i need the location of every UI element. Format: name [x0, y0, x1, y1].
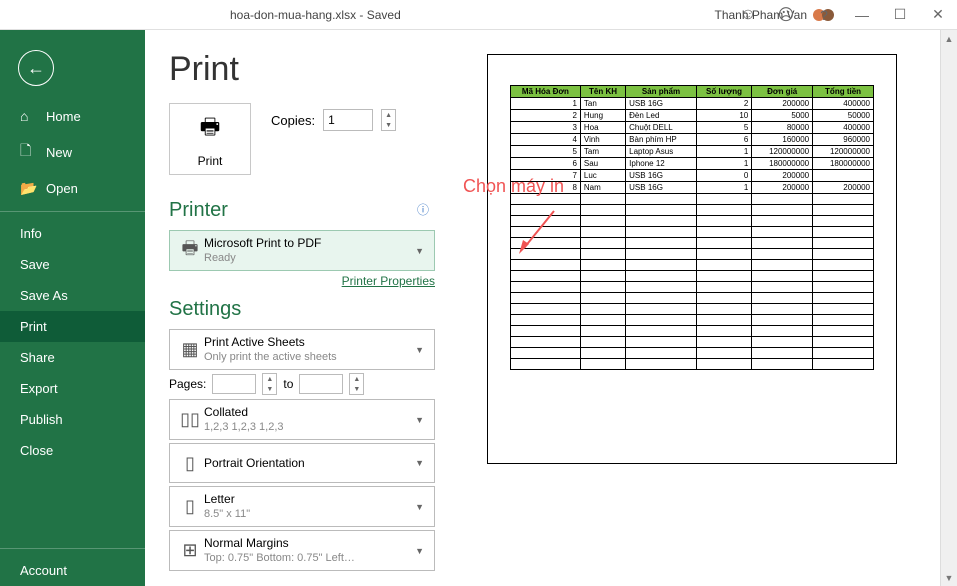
chevron-down-icon: ▼ [411, 345, 428, 355]
margins-icon: ⊞ [176, 540, 204, 561]
new-icon: 🗋 [20, 140, 36, 164]
printer-icon: 🖶 [200, 110, 221, 148]
printer-device-icon: 🖶 [176, 236, 204, 266]
minimize-icon[interactable]: — [843, 0, 881, 30]
vertical-scrollbar[interactable]: ▲ ▼ [940, 30, 957, 586]
sidebar-item-export[interactable]: Export [0, 373, 145, 404]
print-preview: Mã Hóa ĐơnTên KHSản phẩmSố lượngĐơn giáT… [445, 30, 957, 586]
portrait-icon: ▯ [176, 453, 204, 474]
sidebar-divider [0, 548, 145, 549]
scroll-down-icon[interactable]: ▼ [941, 569, 957, 586]
pages-label: Pages: [169, 377, 206, 391]
titlebar-icons: ☺ ☹ ? — ☐ ✕ [729, 0, 957, 30]
file-sidebar: ← ⌂Home 🗋New 📂Open Info Save Save As Pri… [0, 30, 145, 586]
sidebar-item-account[interactable]: Account [0, 555, 145, 586]
pages-to-input[interactable] [299, 374, 343, 394]
margins-select[interactable]: ⊞ Normal Margins Top: 0.75" Bottom: 0.75… [169, 530, 435, 571]
sidebar-item-home[interactable]: ⌂Home [0, 100, 145, 132]
happy-face-icon[interactable]: ☺ [729, 0, 767, 30]
open-icon: 📂 [20, 180, 36, 197]
pages-from-input[interactable] [212, 374, 256, 394]
paper-size-select[interactable]: ▯ Letter 8.5" x 11" ▼ [169, 486, 435, 527]
copies-input[interactable] [323, 109, 373, 131]
collated-icon: ▯▯ [176, 409, 204, 430]
scroll-up-icon[interactable]: ▲ [941, 30, 957, 47]
chevron-down-icon: ▼ [411, 415, 428, 425]
maximize-icon[interactable]: ☐ [881, 0, 919, 30]
sheets-icon: ▦ [176, 339, 204, 360]
chevron-down-icon: ▼ [411, 502, 428, 512]
sidebar-item-open[interactable]: 📂Open [0, 172, 145, 205]
pages-to-spinner[interactable]: ▲▼ [349, 373, 364, 395]
sidebar-divider [0, 211, 145, 212]
title-bar: hoa-don-mua-hang.xlsx - Saved Thanh Pham… [0, 0, 957, 30]
sidebar-item-save[interactable]: Save [0, 249, 145, 280]
chevron-down-icon: ▼ [411, 458, 428, 468]
print-panel: Print 🖶 Print Copies: ▲▼ Printer ⓘ 🖶 [145, 30, 957, 586]
printer-select[interactable]: 🖶 Microsoft Print to PDF Ready ▼ [169, 230, 435, 271]
page-title: Print [169, 50, 435, 89]
sidebar-item-share[interactable]: Share [0, 342, 145, 373]
close-icon[interactable]: ✕ [919, 0, 957, 30]
sidebar-item-publish[interactable]: Publish [0, 404, 145, 435]
help-icon[interactable]: ? [805, 0, 843, 30]
chevron-down-icon: ▼ [411, 546, 428, 556]
preview-table: Mã Hóa ĐơnTên KHSản phẩmSố lượngĐơn giáT… [510, 85, 874, 370]
print-scope-select[interactable]: ▦ Print Active Sheets Only print the act… [169, 329, 435, 370]
printer-properties-link[interactable]: Printer Properties [342, 274, 435, 288]
pages-from-spinner[interactable]: ▲▼ [262, 373, 277, 395]
preview-page: Mã Hóa ĐơnTên KHSản phẩmSố lượngĐơn giáT… [487, 54, 897, 464]
page-icon: ▯ [176, 496, 204, 517]
document-title: hoa-don-mua-hang.xlsx - Saved [230, 8, 401, 22]
sidebar-item-close[interactable]: Close [0, 435, 145, 466]
info-icon[interactable]: ⓘ [417, 201, 429, 218]
copies-label: Copies: [271, 113, 315, 128]
sidebar-item-info[interactable]: Info [0, 218, 145, 249]
chevron-down-icon: ▼ [411, 246, 428, 256]
sad-face-icon[interactable]: ☹ [767, 0, 805, 30]
sidebar-item-save-as[interactable]: Save As [0, 280, 145, 311]
copies-spinner[interactable]: ▲▼ [381, 109, 396, 131]
settings-section-title: Settings [169, 298, 435, 321]
collation-select[interactable]: ▯▯ Collated 1,2,3 1,2,3 1,2,3 ▼ [169, 399, 435, 440]
orientation-select[interactable]: ▯ Portrait Orientation ▼ [169, 443, 435, 483]
printer-section-title: Printer [169, 199, 228, 222]
back-button[interactable]: ← [18, 50, 54, 86]
sidebar-item-print[interactable]: Print [0, 311, 145, 342]
print-button[interactable]: 🖶 Print [169, 103, 251, 175]
home-icon: ⌂ [20, 108, 36, 124]
sidebar-item-new[interactable]: 🗋New [0, 132, 145, 172]
